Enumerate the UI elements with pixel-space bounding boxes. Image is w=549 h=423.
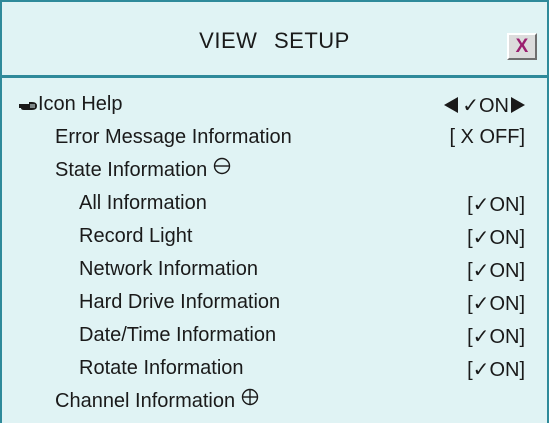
menu-item-label: All Information [79, 192, 207, 214]
network-info-value[interactable]: [✓ON] [467, 258, 525, 283]
menu-item-record-light[interactable]: Record Light [✓ON] [2, 222, 547, 255]
pointing-hand-icon [18, 99, 38, 117]
icon-help-value[interactable]: ✓ON [444, 93, 525, 118]
menu-group-label: Channel Information [55, 388, 259, 413]
menu-group-state-info[interactable]: State Information [2, 156, 547, 189]
view-setup-dialog: VIEW SETUP X Icon Help ✓ON Error Message… [0, 0, 549, 423]
menu-item-label: Network Information [79, 258, 258, 280]
channel-info-label-text: Channel Information [55, 390, 236, 412]
menu-item-label: Record Light [79, 225, 193, 247]
title-divider [2, 75, 547, 78]
menu-item-hard-drive-info[interactable]: Hard Drive Information [✓ON] [2, 288, 547, 321]
menu-item-label: Date/Time Information [79, 324, 277, 346]
date-time-info-value[interactable]: [✓ON] [467, 324, 525, 349]
circle-minus-icon[interactable] [213, 157, 231, 181]
close-icon: X [515, 35, 529, 57]
title-bar: VIEW SETUP X [2, 2, 547, 74]
circle-plus-icon[interactable] [241, 388, 259, 412]
error-message-value[interactable]: [ X OFF] [449, 126, 525, 149]
state-info-label-text: State Information [55, 159, 208, 181]
menu-group-label: State Information [55, 157, 231, 182]
triangle-right-icon[interactable] [511, 97, 525, 114]
record-light-value[interactable]: [✓ON] [467, 225, 525, 250]
menu-item-network-info[interactable]: Network Information [✓ON] [2, 255, 547, 288]
close-button[interactable]: X [507, 33, 537, 60]
menu-item-date-time-info[interactable]: Date/Time Information [✓ON] [2, 321, 547, 354]
icon-help-value-text: ✓ON [462, 95, 509, 117]
all-info-value[interactable]: [✓ON] [467, 192, 525, 217]
menu-item-icon-help[interactable]: Icon Help ✓ON [2, 90, 547, 123]
menu-item-label: Error Message Information [55, 126, 292, 148]
menu-item-label: Hard Drive Information [79, 291, 281, 313]
triangle-left-icon[interactable] [444, 97, 459, 114]
menu-group-channel-info[interactable]: Channel Information [2, 387, 547, 420]
menu-item-label: Icon Help [38, 93, 123, 115]
menu-item-label: Rotate Information [79, 357, 244, 379]
menu-item-rotate-info[interactable]: Rotate Information [✓ON] [2, 354, 547, 387]
menu-item-error-message[interactable]: Error Message Information [ X OFF] [2, 123, 547, 156]
dialog-title: VIEW SETUP [199, 28, 350, 53]
hard-drive-info-value[interactable]: [✓ON] [467, 291, 525, 316]
rotate-info-value[interactable]: [✓ON] [467, 357, 525, 382]
menu-item-all-info[interactable]: All Information [✓ON] [2, 189, 547, 222]
